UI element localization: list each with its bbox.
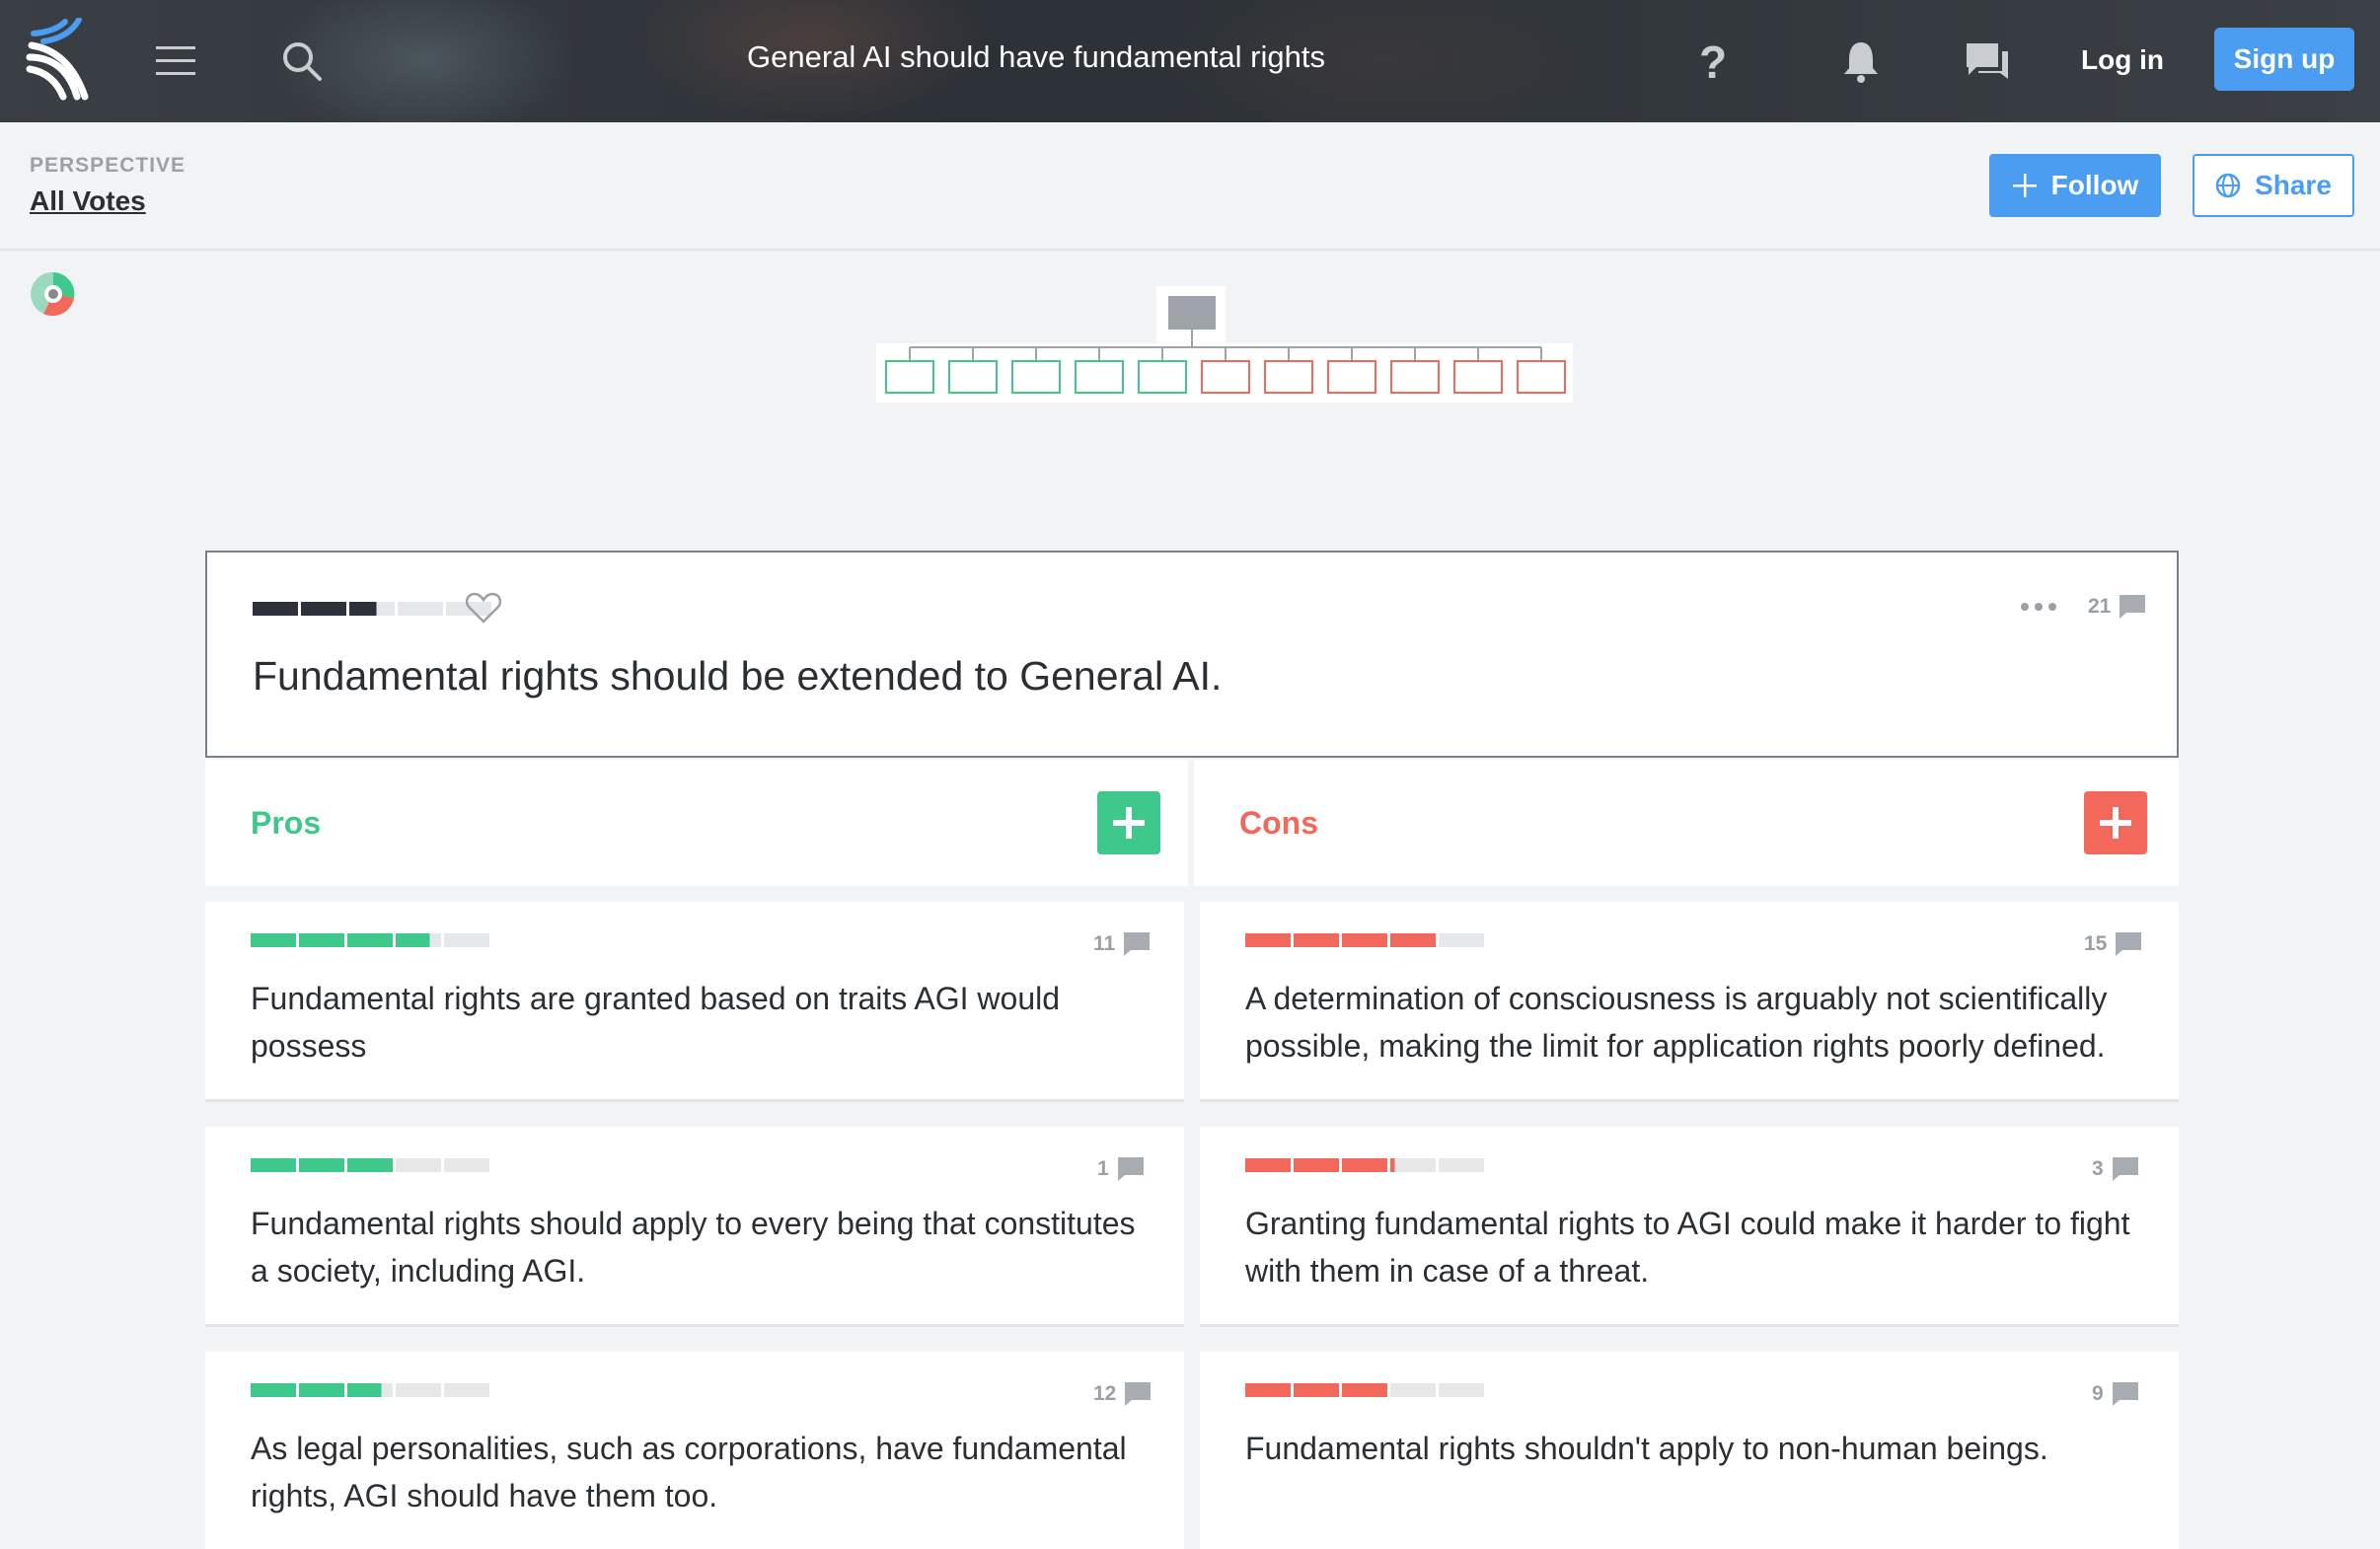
- globe-icon: [2215, 173, 2241, 198]
- thesis-comment-count[interactable]: 21: [2088, 594, 2146, 620]
- argument-text: A determination of consciousness is argu…: [1245, 981, 2108, 1064]
- argument-comment-count[interactable]: 3: [2092, 1156, 2139, 1182]
- plus-icon: [2100, 807, 2131, 839]
- argument-text: Fundamental rights are granted based on …: [251, 981, 1061, 1064]
- thesis-card[interactable]: 21 Fundamental rights should be extended…: [205, 551, 2179, 758]
- argument-comment-count[interactable]: 15: [2084, 931, 2142, 957]
- pro-argument-card[interactable]: 1 Fundamental rights should apply to eve…: [205, 1127, 1184, 1324]
- tree-pro-node[interactable]: [1011, 360, 1061, 394]
- con-argument-card[interactable]: 15 A determination of consciousness is a…: [1200, 902, 2179, 1099]
- tree-pro-node[interactable]: [1075, 360, 1124, 394]
- perspective-selector[interactable]: All Votes: [30, 185, 146, 217]
- tree-pro-node[interactable]: [885, 360, 934, 394]
- argument-strength-bar: [251, 1383, 489, 1397]
- argument-text: Fundamental rights should apply to every…: [251, 1206, 1136, 1289]
- argument-strength-bar: [251, 933, 489, 947]
- plus-icon: [2012, 174, 2037, 197]
- tree-root-node[interactable]: [1168, 296, 1216, 330]
- argument-strength-bar: [1245, 1158, 1484, 1172]
- tree-pro-node[interactable]: [948, 360, 998, 394]
- voting-overview-icon[interactable]: [30, 270, 77, 318]
- con-argument-card[interactable]: 3 Granting fundamental rights to AGI cou…: [1200, 1127, 2179, 1324]
- discussion-tree-map[interactable]: [874, 286, 1575, 405]
- cons-label: Cons: [1239, 805, 1318, 841]
- add-pro-button[interactable]: [1097, 791, 1160, 854]
- comment-icon: [1117, 1157, 1144, 1181]
- page-title: General AI should have fundamental right…: [747, 39, 1325, 74]
- svg-text:?: ?: [1699, 38, 1727, 84]
- signup-button[interactable]: Sign up: [2214, 28, 2354, 91]
- perspective-label: PERSPECTIVE: [30, 154, 186, 177]
- tree-con-node[interactable]: [1390, 360, 1440, 394]
- comment-icon: [2112, 1382, 2138, 1406]
- cons-column-header: Cons: [1194, 760, 2179, 886]
- argument-text: As legal personalities, such as corporat…: [251, 1431, 1127, 1513]
- follow-button[interactable]: Follow: [1989, 154, 2161, 217]
- argument-text: Granting fundamental rights to AGI could…: [1245, 1206, 2130, 1289]
- pros-column-header: Pros: [205, 760, 1188, 886]
- heart-icon[interactable]: [466, 592, 501, 624]
- pro-argument-card[interactable]: 12 As legal personalities, such as corpo…: [205, 1352, 1184, 1549]
- tree-con-node[interactable]: [1327, 360, 1376, 394]
- share-label: Share: [2255, 170, 2332, 200]
- tree-con-node[interactable]: [1517, 360, 1566, 394]
- bell-icon[interactable]: [1829, 30, 1893, 93]
- plus-icon: [1113, 807, 1145, 839]
- help-icon[interactable]: ?: [1681, 30, 1745, 93]
- argument-comment-count[interactable]: 12: [1093, 1381, 1152, 1407]
- top-bar: General AI should have fundamental right…: [0, 0, 2380, 122]
- comment-icon: [2116, 932, 2142, 956]
- comment-icon: [1125, 1382, 1152, 1406]
- thesis-strength-bar: [253, 602, 491, 616]
- argument-strength-bar: [251, 1158, 489, 1172]
- pros-label: Pros: [251, 805, 322, 841]
- tree-con-node[interactable]: [1264, 360, 1313, 394]
- tree-con-node[interactable]: [1201, 360, 1250, 394]
- more-options-icon[interactable]: [2019, 600, 2058, 614]
- comment-icon: [1124, 932, 1151, 956]
- argument-strength-bar: [1245, 933, 1484, 947]
- comment-icon: [2120, 595, 2146, 619]
- tree-pro-node[interactable]: [1138, 360, 1187, 394]
- perspective-bar: PERSPECTIVE All Votes Follow Share: [0, 122, 2380, 251]
- share-button[interactable]: Share: [2193, 154, 2354, 217]
- pro-argument-card[interactable]: 11 Fundamental rights are granted based …: [205, 902, 1184, 1099]
- tree-con-node[interactable]: [1453, 360, 1503, 394]
- argument-comment-count[interactable]: 9: [2092, 1381, 2139, 1407]
- thesis-text: Fundamental rights should be extended to…: [253, 653, 1223, 699]
- argument-strength-bar: [1245, 1383, 1484, 1397]
- con-argument-card[interactable]: 9 Fundamental rights shouldn't apply to …: [1200, 1352, 2179, 1549]
- login-button[interactable]: Log in: [2068, 36, 2177, 85]
- comment-icon: [2112, 1157, 2138, 1181]
- argument-comment-count[interactable]: 1: [1097, 1156, 1145, 1182]
- chat-icon[interactable]: [1956, 30, 2019, 93]
- add-con-button[interactable]: [2084, 791, 2147, 854]
- argument-text: Fundamental rights shouldn't apply to no…: [1245, 1431, 2048, 1466]
- follow-label: Follow: [2050, 170, 2139, 200]
- argument-comment-count[interactable]: 11: [1093, 931, 1151, 957]
